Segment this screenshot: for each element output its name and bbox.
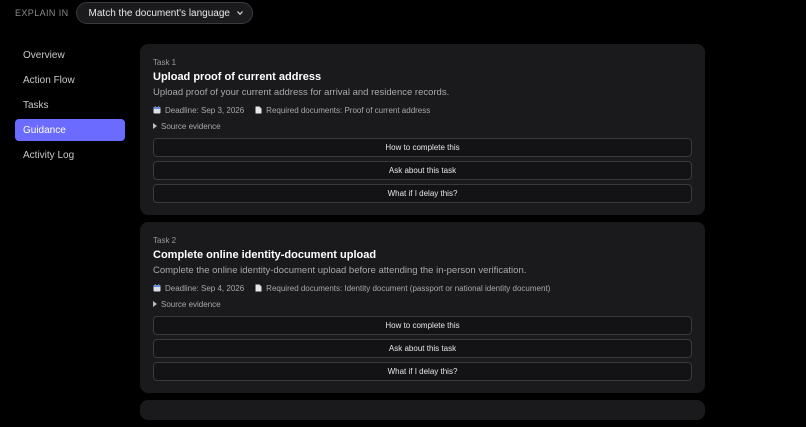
disclosure-triangle-icon [153, 123, 157, 129]
task-card: Task 1 Upload proof of current address U… [140, 44, 705, 215]
sidebar-item-label: Action Flow [23, 74, 75, 86]
how-to-complete-button[interactable]: How to complete this [153, 138, 692, 157]
guidance-content: Task 1 Upload proof of current address U… [140, 44, 705, 427]
what-if-delay-button[interactable]: What if I delay this? [153, 362, 692, 381]
task-required-docs: Required documents: Proof of current add… [255, 106, 430, 115]
disclosure-triangle-icon [153, 301, 157, 307]
task-actions: How to complete this Ask about this task… [153, 138, 692, 203]
sidebar-item-guidance[interactable]: Guidance [15, 119, 125, 141]
deadline-text: Deadline: Sep 3, 2026 [165, 105, 245, 115]
source-evidence-toggle[interactable]: Source evidence [153, 297, 692, 311]
how-to-complete-button[interactable]: How to complete this [153, 316, 692, 335]
sidebar-nav: Overview Action Flow Tasks Guidance Acti… [15, 44, 125, 169]
sidebar-item-overview[interactable]: Overview [15, 44, 125, 66]
task-required-docs: Required documents: Identity document (p… [255, 284, 550, 293]
task-deadline: Deadline: Sep 3, 2026 [153, 106, 244, 115]
language-select[interactable]: Match the document's language [75, 2, 253, 24]
sidebar-item-label: Guidance [23, 124, 66, 136]
task-title: Complete online identity-document upload [153, 249, 377, 261]
sidebar-item-label: Activity Log [23, 149, 75, 161]
chevron-down-icon [237, 11, 243, 16]
deadline-text: Deadline: Sep 4, 2026 [165, 283, 245, 293]
ask-about-task-button[interactable]: Ask about this task [153, 161, 692, 180]
sidebar-item-tasks[interactable]: Tasks [15, 94, 125, 116]
source-evidence-label: Source evidence [161, 121, 221, 131]
explain-in-label: EXPLAIN IN [15, 8, 69, 18]
document-icon [255, 106, 262, 114]
required-docs-text: Required documents: Proof of current add… [266, 105, 431, 115]
required-docs-text: Required documents: Identity document (p… [266, 283, 551, 293]
calendar-icon [153, 106, 161, 114]
sidebar-item-label: Tasks [23, 99, 49, 111]
sidebar-item-label: Overview [23, 49, 65, 61]
sidebar-item-activity-log[interactable]: Activity Log [15, 144, 125, 166]
source-evidence-label: Source evidence [161, 299, 221, 309]
task-deadline: Deadline: Sep 4, 2026 [153, 284, 244, 293]
source-evidence-toggle[interactable]: Source evidence [153, 119, 692, 133]
task-number: Task 2 [153, 236, 177, 245]
task-title: Upload proof of current address [153, 71, 322, 83]
task-meta: Deadline: Sep 4, 2026 Required documents… [153, 281, 692, 295]
ask-about-task-button[interactable]: Ask about this task [153, 339, 692, 358]
calendar-icon [153, 284, 161, 292]
task-description: Upload proof of your current address for… [153, 87, 450, 98]
task-card: Task 2 Complete online identity-document… [140, 222, 705, 393]
task-meta: Deadline: Sep 3, 2026 Required documents… [153, 103, 692, 117]
what-if-delay-button[interactable]: What if I delay this? [153, 184, 692, 203]
sidebar-item-action-flow[interactable]: Action Flow [15, 69, 125, 91]
language-select-value: Match the document's language [88, 7, 230, 19]
task-actions: How to complete this Ask about this task… [153, 316, 692, 381]
task-card [140, 400, 705, 420]
task-description: Complete the online identity-document up… [153, 265, 527, 276]
task-number: Task 1 [153, 58, 177, 67]
explain-bar: EXPLAIN IN Match the document's language [15, 2, 253, 24]
document-icon [255, 284, 262, 292]
